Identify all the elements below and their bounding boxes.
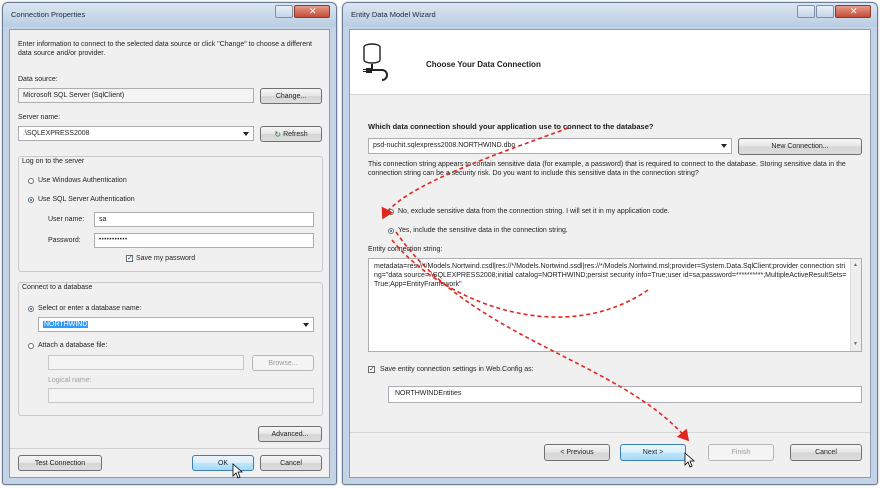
windows-auth-label[interactable]: Use Windows Authentication bbox=[38, 177, 127, 184]
connection-properties-window: Connection Properties ✕ Enter informatio… bbox=[2, 2, 337, 485]
mouse-cursor-icon bbox=[232, 463, 244, 479]
advanced-button[interactable]: Advanced... bbox=[258, 426, 322, 442]
entity-connection-string-box[interactable]: metadata=res://*/Models.Nortwind.csdl|re… bbox=[368, 258, 862, 352]
chevron-down-icon[interactable] bbox=[243, 131, 249, 136]
close-icon: ✕ bbox=[309, 6, 317, 16]
finish-button: Finish bbox=[708, 444, 774, 461]
entities-name-input[interactable]: NORTHWINDEntities bbox=[388, 386, 862, 403]
save-password-label[interactable]: Save my password bbox=[136, 255, 195, 262]
close-button[interactable]: ✕ bbox=[835, 5, 871, 18]
previous-button[interactable]: < Previous bbox=[544, 444, 610, 461]
server-name-combo[interactable]: .\SQLEXPRESS2008 bbox=[18, 126, 254, 141]
attach-db-label[interactable]: Attach a database file: bbox=[38, 342, 107, 349]
exclude-sensitive-label[interactable]: No, exclude sensitive data from the conn… bbox=[398, 208, 670, 215]
title-bar[interactable]: Connection Properties ✕ bbox=[3, 3, 336, 27]
save-password-checkbox[interactable]: ✓ bbox=[126, 255, 133, 262]
close-button[interactable]: ✕ bbox=[294, 5, 330, 18]
ok-button[interactable]: OK bbox=[192, 455, 254, 471]
wizard-body: Choose Your Data Connection Which data c… bbox=[349, 29, 871, 478]
include-sensitive-label[interactable]: Yes, include the sensitive data in the c… bbox=[398, 227, 568, 234]
database-name-combo[interactable]: NORTHWIND bbox=[38, 317, 314, 332]
maximize-button[interactable] bbox=[816, 5, 834, 18]
refresh-button-label: Refresh bbox=[283, 130, 308, 138]
server-name-label: Server name: bbox=[18, 114, 61, 121]
instructions-text: Enter information to connect to the sele… bbox=[18, 41, 312, 57]
password-input[interactable]: ••••••••••• bbox=[94, 233, 314, 248]
chevron-down-icon[interactable] bbox=[303, 322, 309, 327]
window-title: Connection Properties bbox=[11, 10, 86, 19]
logon-group-label: Log on to the server bbox=[22, 158, 85, 165]
chevron-down-icon[interactable] bbox=[721, 144, 727, 148]
scroll-down-icon[interactable]: ▼ bbox=[853, 340, 858, 349]
logical-name-input bbox=[48, 388, 314, 403]
vertical-scrollbar[interactable]: ▲ ▼ bbox=[850, 259, 861, 351]
select-db-radio[interactable] bbox=[28, 306, 34, 312]
password-label: Password: bbox=[48, 237, 81, 244]
window-title: Entity Data Model Wizard bbox=[351, 10, 436, 19]
sql-auth-radio[interactable] bbox=[28, 197, 34, 203]
database-name-value: NORTHWIND bbox=[43, 321, 89, 328]
database-connection-icon bbox=[363, 43, 388, 81]
change-button[interactable]: Change... bbox=[260, 88, 322, 104]
sensitive-data-text: This connection string appears to contai… bbox=[368, 161, 846, 177]
page-title: Choose Your Data Connection bbox=[426, 60, 541, 69]
mouse-cursor-icon bbox=[684, 452, 696, 468]
user-name-input[interactable]: sa bbox=[94, 212, 314, 227]
refresh-icon: ↻ bbox=[274, 129, 282, 139]
dialog-body: Enter information to connect to the sele… bbox=[9, 29, 330, 479]
browse-button: Browse... bbox=[252, 355, 314, 371]
test-connection-button[interactable]: Test Connection bbox=[18, 455, 102, 471]
data-source-label: Data source: bbox=[18, 76, 58, 83]
wizard-header: Choose Your Data Connection bbox=[350, 30, 870, 95]
data-source-field: Microsoft SQL Server (SqlClient) bbox=[18, 88, 254, 103]
data-connection-value: psd-nuchit.sqlexpress2008.NORTHWIND.dbo bbox=[373, 142, 516, 149]
select-db-label[interactable]: Select or enter a database name: bbox=[38, 305, 142, 312]
close-icon: ✕ bbox=[850, 6, 858, 16]
save-settings-checkbox[interactable]: ✓ bbox=[368, 366, 375, 373]
windows-auth-radio[interactable] bbox=[28, 178, 34, 184]
divider bbox=[10, 448, 329, 449]
sql-auth-label[interactable]: Use SQL Server Authentication bbox=[38, 196, 135, 203]
exclude-sensitive-radio[interactable] bbox=[388, 209, 394, 215]
entity-data-model-wizard-window: Entity Data Model Wizard ✕ Choose Your D… bbox=[342, 2, 878, 485]
scroll-up-icon[interactable]: ▲ bbox=[853, 261, 858, 270]
title-bar[interactable]: Entity Data Model Wizard ✕ bbox=[343, 3, 877, 27]
save-settings-label[interactable]: Save entity connection settings in Web.C… bbox=[380, 366, 534, 373]
connection-question: Which data connection should your applic… bbox=[368, 122, 654, 131]
next-button[interactable]: Next > bbox=[620, 444, 686, 461]
entity-connection-string-text: metadata=res://*/Models.Nortwind.csdl|re… bbox=[374, 263, 847, 288]
data-connection-combo[interactable]: psd-nuchit.sqlexpress2008.NORTHWIND.dbo bbox=[368, 138, 732, 154]
cancel-button[interactable]: Cancel bbox=[790, 444, 862, 461]
user-name-label: User name: bbox=[48, 216, 85, 223]
include-sensitive-radio[interactable] bbox=[388, 228, 394, 234]
attach-db-file-input bbox=[48, 355, 244, 370]
minimize-button[interactable] bbox=[275, 5, 293, 18]
footer-divider bbox=[350, 432, 870, 433]
attach-db-radio[interactable] bbox=[28, 343, 34, 349]
logical-name-label: Logical name: bbox=[48, 377, 92, 384]
refresh-button[interactable]: ↻ Refresh bbox=[260, 126, 322, 142]
connect-db-group-label: Connect to a database bbox=[22, 284, 93, 291]
server-name-value: .\SQLEXPRESS2008 bbox=[23, 130, 90, 137]
minimize-button[interactable] bbox=[797, 5, 815, 18]
new-connection-button[interactable]: New Connection... bbox=[738, 138, 862, 155]
entity-connection-string-label: Entity connection string: bbox=[368, 246, 443, 253]
cancel-button[interactable]: Cancel bbox=[260, 455, 322, 471]
